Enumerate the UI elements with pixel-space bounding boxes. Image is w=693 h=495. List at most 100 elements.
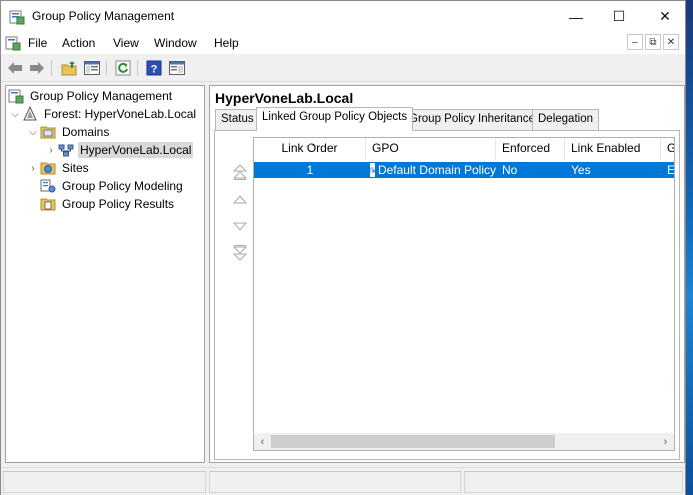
gpo-icon	[370, 163, 375, 177]
title-bar[interactable]: Group Policy Management — ☐ ✕	[1, 1, 685, 32]
help-button[interactable]: ?	[144, 59, 164, 77]
collapsed-chevron-icon[interactable]: ›	[26, 163, 40, 174]
column-header-link-order[interactable]: ︿ Link Order	[254, 138, 366, 160]
pane-title: HyperVoneLab.Local	[215, 90, 354, 106]
sort-ascending-icon: ︿	[306, 138, 316, 148]
linked-gpos-panel: ︿ Link Order GPO Enforced Link Enabled G…	[214, 130, 680, 460]
expanded-chevron-icon[interactable]: ⌵	[8, 109, 22, 120]
move-link-up-button[interactable]	[231, 191, 249, 209]
tree-label: Sites	[62, 161, 89, 175]
tree-label: Group Policy Modeling	[62, 179, 183, 193]
tree-item-forest[interactable]: ⌵ Forest: HyperVoneLab.Local	[8, 105, 198, 123]
cell-link-order: 1	[306, 163, 314, 177]
back-button[interactable]	[5, 59, 25, 77]
mdi-restore-button[interactable]: ⧉	[645, 34, 661, 50]
refresh-icon	[115, 60, 131, 76]
refresh-button[interactable]	[113, 59, 133, 77]
help-icon: ?	[146, 60, 162, 76]
status-section-left	[3, 471, 206, 493]
properties-icon	[169, 61, 185, 75]
menu-help[interactable]: Help	[214, 36, 239, 50]
move-link-to-top-button[interactable]	[231, 163, 249, 181]
domains-folder-icon	[40, 126, 56, 139]
expanded-chevron-icon[interactable]: ⌵	[26, 127, 40, 138]
move-link-down-button[interactable]	[231, 217, 249, 235]
scroll-right-arrow-icon[interactable]: ›	[657, 433, 674, 450]
tab-linked-gpos[interactable]: Linked Group Policy Objects	[256, 107, 414, 131]
scroll-left-arrow-icon[interactable]: ‹	[254, 433, 271, 450]
status-section-middle	[209, 471, 461, 493]
tree-item-gp-modeling[interactable]: Group Policy Modeling	[40, 177, 185, 195]
menu-action[interactable]: Action	[62, 36, 95, 50]
tree-label: Group Policy Management	[30, 89, 173, 103]
properties-button[interactable]	[167, 59, 187, 77]
up-one-level-button[interactable]	[59, 59, 79, 77]
toolbar-separator	[137, 60, 138, 76]
maximize-button[interactable]: ☐	[596, 1, 642, 32]
up-arrow-icon	[233, 195, 247, 204]
mdi-minimize-button[interactable]: –	[627, 34, 643, 50]
minimize-button[interactable]: —	[553, 1, 599, 32]
tree-item-domain-hypervonelab[interactable]: › HyperVoneLab.Local	[44, 141, 194, 159]
double-up-arrow-icon	[233, 164, 247, 180]
forest-icon	[23, 106, 37, 121]
down-arrow-icon	[233, 222, 247, 231]
tree-item-gpm-root[interactable]: Group Policy Management	[8, 87, 174, 105]
collapsed-chevron-icon[interactable]: ›	[44, 145, 58, 156]
linked-gpo-list[interactable]: ︿ Link Order GPO Enforced Link Enabled G…	[253, 137, 675, 451]
sites-folder-icon	[40, 162, 56, 175]
console-tree[interactable]: Group Policy Management ⌵ Forest: HyperV…	[5, 85, 205, 463]
desktop-background	[686, 0, 693, 495]
gpmc-icon	[8, 89, 24, 104]
scrollbar-thumb[interactable]	[271, 435, 555, 448]
move-link-to-bottom-button[interactable]	[231, 244, 249, 262]
gpo-name: Default Domain Policy	[377, 163, 496, 177]
results-folder-icon	[40, 198, 56, 211]
show-hide-tree-icon	[84, 61, 100, 75]
column-header-enforced[interactable]: Enforced	[496, 138, 565, 160]
gpmc-window: Group Policy Management — ☐ ✕ File Actio…	[0, 0, 686, 495]
forward-icon	[30, 62, 44, 74]
table-row[interactable]: 1 Default Domain Policy No Yes E	[254, 162, 674, 178]
svg-text:?: ?	[151, 64, 158, 76]
tree-label: Forest: HyperVoneLab.Local	[44, 107, 197, 121]
column-header-gpo-status[interactable]: G	[661, 138, 674, 160]
horizontal-scrollbar[interactable]: ‹ ›	[254, 433, 674, 450]
column-header-gpo[interactable]: GPO	[366, 138, 496, 160]
tab-status[interactable]: Status	[215, 109, 260, 130]
menu-file[interactable]: File	[28, 36, 47, 50]
tree-label: HyperVoneLab.Local	[78, 142, 194, 158]
toolbar-separator	[106, 60, 107, 76]
toolbar-separator	[51, 60, 52, 76]
show-hide-tree-button[interactable]	[82, 59, 102, 77]
cell-link-enabled: Yes	[571, 163, 591, 177]
up-folder-icon	[61, 60, 77, 75]
mmc-system-menu-icon[interactable]	[5, 35, 21, 51]
column-header-link-enabled[interactable]: Link Enabled	[565, 138, 661, 160]
menu-window[interactable]: Window	[154, 36, 197, 50]
forward-button[interactable]	[27, 59, 47, 77]
cell-gpo-status: E	[667, 163, 675, 177]
menu-view[interactable]: View	[113, 36, 139, 50]
tree-item-sites[interactable]: › Sites	[26, 159, 91, 177]
mdi-close-button[interactable]: ✕	[663, 34, 679, 50]
back-icon	[8, 62, 22, 74]
status-section-right	[464, 471, 683, 493]
menu-bar: File Action View Window Help – ⧉ ✕	[1, 32, 685, 54]
tab-delegation[interactable]: Delegation	[532, 109, 599, 130]
list-header: ︿ Link Order GPO Enforced Link Enabled G	[254, 138, 674, 160]
toolbar: ?	[1, 55, 685, 82]
domain-icon	[58, 144, 74, 157]
close-button[interactable]: ✕	[642, 1, 688, 32]
gpmc-app-icon	[9, 10, 25, 25]
tree-item-gp-results[interactable]: Group Policy Results	[40, 195, 176, 213]
tree-label: Domains	[62, 125, 110, 139]
tree-item-domains[interactable]: ⌵ Domains	[26, 123, 111, 141]
tree-label: Group Policy Results	[62, 197, 175, 211]
double-down-arrow-icon	[233, 245, 247, 261]
tab-gp-inheritance[interactable]: Group Policy Inheritance	[403, 109, 541, 130]
modeling-icon	[40, 179, 56, 193]
cell-enforced: No	[502, 163, 518, 177]
status-bar	[1, 467, 685, 495]
details-pane: HyperVoneLab.Local Status Linked Group P…	[209, 85, 685, 463]
